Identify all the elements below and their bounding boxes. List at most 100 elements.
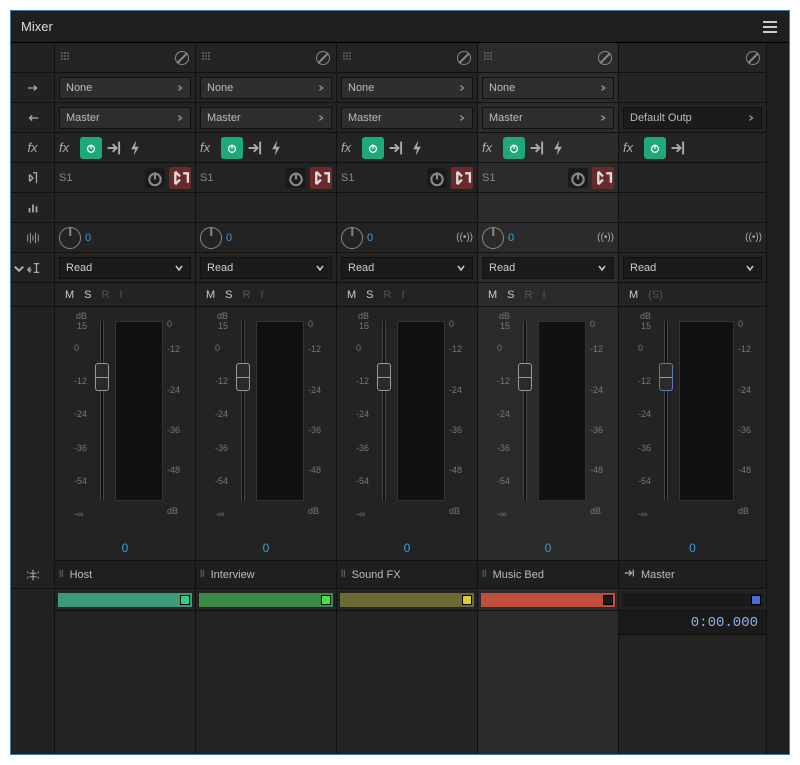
volume-fader[interactable] (514, 311, 536, 531)
mute-button[interactable]: M (629, 289, 638, 301)
track-name-label[interactable]: Interview (211, 569, 255, 581)
send-power-button[interactable] (145, 168, 165, 188)
fx-lightning-icon[interactable] (267, 139, 285, 157)
automation-dropdown[interactable]: Read (59, 257, 191, 279)
input-monitor-icon[interactable] (457, 51, 471, 65)
record-arm-button[interactable]: R (102, 289, 110, 301)
master-volume-value[interactable]: 0 (619, 535, 766, 561)
send-route-button[interactable] (592, 167, 614, 189)
output-dropdown[interactable]: Master (59, 107, 191, 129)
automation-dropdown[interactable]: Read (623, 257, 762, 279)
solo-button[interactable]: S (84, 289, 91, 301)
input-monitor-icon[interactable] (316, 51, 330, 65)
master-name-label[interactable]: Master (641, 569, 675, 581)
send-power-button[interactable] (568, 168, 588, 188)
panel-menu-button[interactable] (761, 18, 779, 36)
fx-pre-post-icon[interactable] (528, 139, 546, 157)
fx-power-button[interactable] (80, 137, 102, 159)
mute-button[interactable]: M (488, 289, 497, 301)
eq-row (478, 193, 618, 223)
master-monitor-icon[interactable] (746, 51, 760, 65)
stereo-mode-icon[interactable]: ((•)) (456, 232, 473, 243)
input-dropdown[interactable]: None (482, 77, 614, 99)
mute-button[interactable]: M (206, 289, 215, 301)
automation-rail-icon[interactable] (11, 253, 54, 283)
solo-button[interactable]: S (225, 289, 232, 301)
pan-knob[interactable] (59, 227, 81, 249)
fx-lightning-icon[interactable] (549, 139, 567, 157)
master-color-bar[interactable] (622, 593, 763, 607)
track-options-icon[interactable] (11, 561, 54, 589)
send-power-button[interactable] (427, 168, 447, 188)
track-color-bar[interactable] (481, 593, 615, 607)
fx-lightning-icon[interactable] (126, 139, 144, 157)
output-dropdown[interactable]: Master (200, 107, 332, 129)
fx-label: fx (623, 140, 641, 155)
input-dropdown[interactable]: None (341, 77, 473, 99)
input-monitor-button[interactable]: I (542, 289, 545, 301)
record-arm-button[interactable]: R (525, 289, 533, 301)
sends-rail-icon[interactable] (11, 163, 54, 193)
stereo-mode-icon[interactable]: ((•)) (597, 232, 614, 243)
eq-rail-icon[interactable] (11, 193, 54, 223)
volume-value[interactable]: 0 (337, 535, 477, 561)
mute-button[interactable]: M (347, 289, 356, 301)
track-name-label[interactable]: Music Bed (493, 569, 544, 581)
fader-scale-left: dB15 0-12-24-36-54-∞ (341, 311, 371, 531)
fx-pre-post-icon[interactable] (669, 139, 687, 157)
track-name-label[interactable]: Sound FX (352, 569, 401, 581)
send-route-button[interactable] (451, 167, 473, 189)
volume-value[interactable]: 0 (196, 535, 336, 561)
solo-button[interactable]: S (366, 289, 373, 301)
input-monitor-button[interactable]: I (401, 289, 404, 301)
track-name-label[interactable]: Host (70, 569, 93, 581)
master-output-dropdown[interactable]: Default Outp (623, 107, 762, 129)
record-arm-button[interactable]: R (384, 289, 392, 301)
send-route-button[interactable] (169, 167, 191, 189)
pan-knob[interactable] (482, 227, 504, 249)
record-arm-button[interactable]: R (243, 289, 251, 301)
input-monitor-button[interactable]: I (260, 289, 263, 301)
track-color-bar[interactable] (199, 593, 333, 607)
volume-fader[interactable] (91, 311, 113, 531)
drag-grip-icon[interactable] (61, 52, 73, 64)
solo-button[interactable]: (S) (648, 289, 663, 301)
fx-power-button[interactable] (221, 137, 243, 159)
automation-dropdown[interactable]: Read (341, 257, 473, 279)
solo-button[interactable]: S (507, 289, 514, 301)
automation-dropdown[interactable]: Read (200, 257, 332, 279)
send-route-button[interactable] (310, 167, 332, 189)
fx-pre-post-icon[interactable] (105, 139, 123, 157)
drag-grip-icon[interactable] (343, 52, 355, 64)
input-monitor-icon[interactable] (598, 51, 612, 65)
stereo-mode-icon[interactable]: ((•)) (745, 232, 762, 243)
input-dropdown[interactable]: None (59, 77, 191, 99)
track-color-bar[interactable] (58, 593, 192, 607)
fx-power-button[interactable] (362, 137, 384, 159)
fx-pre-post-icon[interactable] (387, 139, 405, 157)
fx-rail-icon[interactable]: fx (11, 133, 54, 163)
drag-grip-icon[interactable] (202, 52, 214, 64)
fx-pre-post-icon[interactable] (246, 139, 264, 157)
input-monitor-icon[interactable] (175, 51, 189, 65)
volume-fader[interactable] (655, 311, 677, 531)
input-dropdown[interactable]: None (200, 77, 332, 99)
volume-value[interactable]: 0 (55, 535, 195, 561)
pan-knob[interactable] (200, 227, 222, 249)
input-monitor-button[interactable]: I (119, 289, 122, 301)
volume-fader[interactable] (232, 311, 254, 531)
fx-label: fx (341, 140, 359, 155)
volume-value[interactable]: 0 (478, 535, 618, 561)
automation-dropdown[interactable]: Read (482, 257, 614, 279)
drag-grip-icon[interactable] (484, 52, 496, 64)
send-power-button[interactable] (286, 168, 306, 188)
output-dropdown[interactable]: Master (341, 107, 473, 129)
fx-power-button[interactable] (644, 137, 666, 159)
volume-fader[interactable] (373, 311, 395, 531)
output-dropdown[interactable]: Master (482, 107, 614, 129)
mute-button[interactable]: M (65, 289, 74, 301)
pan-knob[interactable] (341, 227, 363, 249)
fx-power-button[interactable] (503, 137, 525, 159)
fx-lightning-icon[interactable] (408, 139, 426, 157)
track-color-bar[interactable] (340, 593, 474, 607)
